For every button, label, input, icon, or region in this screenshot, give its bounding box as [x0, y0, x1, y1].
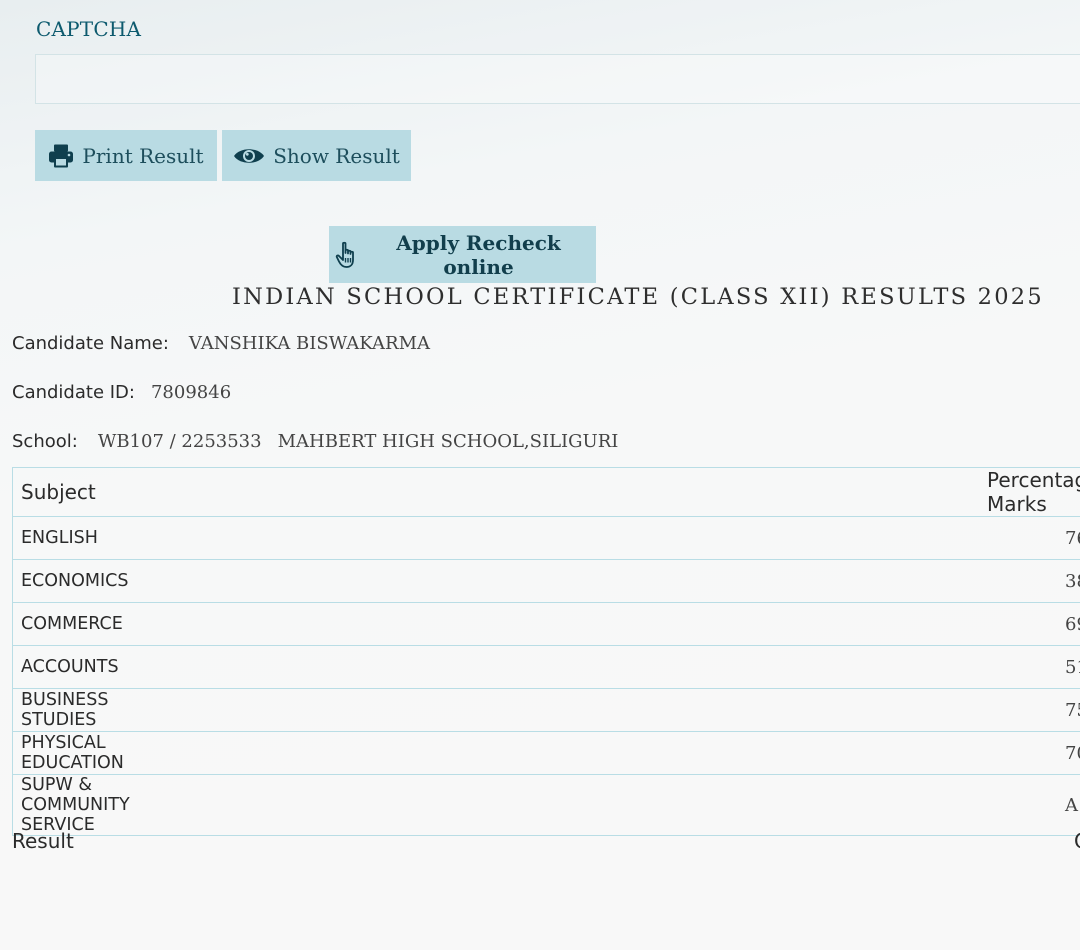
- candidate-name-value: VANSHIKA BISWAKARMA: [188, 333, 430, 354]
- apply-recheck-label: Apply Recheck online: [396, 230, 561, 279]
- marks-cell: 51: [141, 645, 1080, 689]
- school-code-value: WB107 / 2253533: [97, 431, 262, 452]
- marks-cell: 38: [141, 559, 1080, 603]
- candidate-id-row: Candidate ID: 7809846: [12, 382, 231, 403]
- candidate-name-row: Candidate Name: VANSHIKA BISWAKARMA: [12, 333, 430, 354]
- subject-cell: ACCOUNTS: [12, 645, 142, 689]
- captcha-label: CAPTCHA: [36, 17, 142, 41]
- candidate-name-label: Candidate Name:: [12, 333, 169, 354]
- show-result-button[interactable]: Show Result: [222, 130, 411, 181]
- subject-cell: ECONOMICS: [12, 559, 142, 603]
- show-result-label: Show Result: [273, 143, 400, 168]
- school-row: School: WB107 / 2253533 MAHBERT HIGH SCHOO…: [12, 431, 618, 452]
- pointing-hand-icon: [335, 241, 359, 269]
- table-row: PHYSICAL EDUCATION 70: [12, 731, 1080, 775]
- subject-cell: ENGLISH: [12, 516, 142, 560]
- page-title: INDIAN SCHOOL CERTIFICATE (CLASS XII) RE…: [232, 284, 1044, 310]
- apply-recheck-button[interactable]: Apply Recheck online: [329, 226, 596, 283]
- result-label: Result: [12, 829, 74, 853]
- marks-cell: 75: [141, 688, 1080, 732]
- school-label: School:: [12, 431, 78, 452]
- captcha-input[interactable]: [35, 54, 1080, 104]
- print-result-button[interactable]: Print Result: [35, 130, 217, 181]
- candidate-id-label: Candidate ID:: [12, 382, 135, 403]
- table-row: ENGLISH 76: [12, 516, 1080, 560]
- table-header-row: Subject Percentage Marks: [12, 467, 1080, 517]
- candidate-id-value: 7809846: [150, 382, 232, 403]
- table-row: SUPW & COMMUNITY SERVICE A: [12, 774, 1080, 836]
- printer-icon: [48, 143, 74, 169]
- print-result-label: Print Result: [82, 143, 204, 168]
- subject-cell: COMMERCE: [12, 602, 142, 646]
- result-value: Q: [1074, 829, 1080, 853]
- table-row: COMMERCE 69: [12, 602, 1080, 646]
- table-row: ECONOMICS 38: [12, 559, 1080, 603]
- subject-cell: PHYSICAL EDUCATION: [12, 731, 142, 775]
- eye-icon: [233, 145, 265, 167]
- subject-cell: BUSINESS STUDIES: [12, 688, 142, 732]
- marks-cell: 69: [141, 602, 1080, 646]
- marks-cell: 76: [141, 516, 1080, 560]
- results-table: Subject Percentage Marks ENGLISH 76 ECON…: [12, 467, 1080, 836]
- school-name-value: MAHBERT HIGH SCHOOL,SILIGURI: [277, 431, 619, 452]
- table-row: BUSINESS STUDIES 75: [12, 688, 1080, 732]
- marks-cell: A: [141, 774, 1080, 836]
- subject-cell: SUPW & COMMUNITY SERVICE: [12, 774, 142, 836]
- subject-column-header: Subject: [12, 467, 142, 517]
- marks-cell: 70: [141, 731, 1080, 775]
- marks-column-header: Percentage Marks: [141, 467, 1080, 517]
- table-row: ACCOUNTS 51: [12, 645, 1080, 689]
